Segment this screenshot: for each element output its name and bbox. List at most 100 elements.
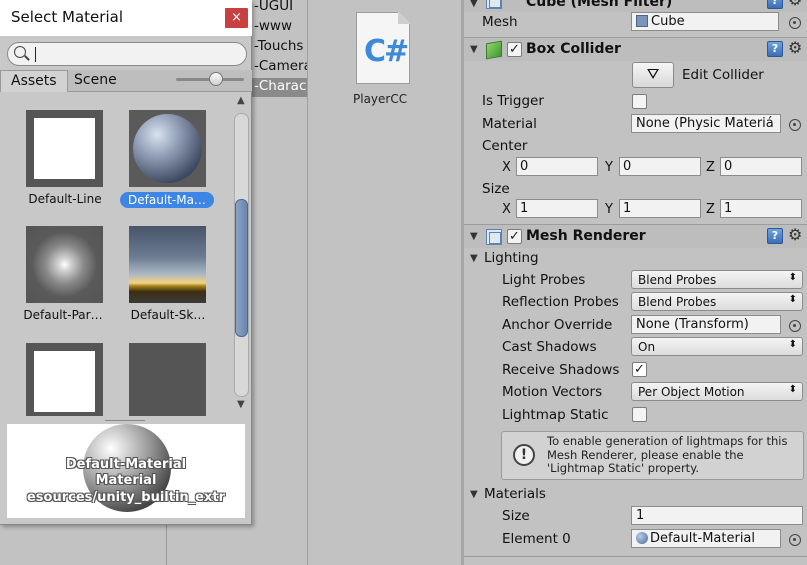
size-x-label: X xyxy=(502,202,511,217)
hierarchy-item-www[interactable]: -www xyxy=(254,18,292,34)
material-thumbnail xyxy=(26,226,103,303)
fold-triangle-icon[interactable]: ▼ xyxy=(470,0,478,9)
hierarchy-item-ugui[interactable]: -UGUI xyxy=(254,0,293,14)
tab-scene[interactable]: Scene xyxy=(64,70,127,92)
box-collider-title: Box Collider xyxy=(526,41,621,57)
grid-scrollbar[interactable]: ▲ ▼ xyxy=(232,93,251,416)
center-x-label: X xyxy=(502,160,511,175)
hierarchy-item-camera[interactable]: -Camera xyxy=(254,58,312,74)
mesh-renderer-header[interactable]: ▼ ✓ Mesh Renderer ? ⚙ xyxy=(464,224,807,248)
cast-shadows-label: Cast Shadows xyxy=(502,339,597,355)
lightmap-static-checkbox[interactable] xyxy=(632,407,647,422)
dropdown-arrow-icon: ⬍ xyxy=(788,384,797,395)
center-y-label: Y xyxy=(605,160,613,175)
mesh-label: Mesh xyxy=(482,14,518,30)
center-z-label: Z xyxy=(706,160,715,175)
anchor-override-field[interactable]: None (Transform) xyxy=(631,315,781,334)
gear-icon[interactable]: ⚙ xyxy=(788,38,802,57)
preview-name: Default-Material xyxy=(65,457,187,472)
materials-row[interactable]: ▼ Materials xyxy=(464,483,807,505)
mesh-renderer-enabled-checkbox[interactable]: ✓ xyxy=(507,229,522,244)
material-thumbnail xyxy=(129,226,206,303)
material-name: Default-Sk… xyxy=(130,308,206,322)
file-name-label[interactable]: PlayerCC xyxy=(353,92,407,106)
material-preview: Default-Material Material esources/unity… xyxy=(7,424,245,518)
mesh-filter-icon xyxy=(486,0,502,9)
element0-value: Default-Material xyxy=(650,531,756,546)
size-x-field[interactable]: 1 xyxy=(516,199,598,218)
text-caret xyxy=(35,47,36,62)
lighting-row[interactable]: ▼ Lighting xyxy=(464,247,807,269)
center-y-field[interactable]: 0 xyxy=(619,157,701,176)
object-picker-icon[interactable] xyxy=(789,534,801,546)
center-vector-row: X 0 Y 0 Z 0 xyxy=(464,156,807,178)
light-probes-value: Blend Probes xyxy=(638,273,717,287)
element0-label: Element 0 xyxy=(502,531,571,547)
dropdown-arrow-icon: ⬍ xyxy=(788,272,797,283)
hierarchy-item-touchs[interactable]: -Touchs xyxy=(254,38,303,54)
preview-path: esources/unity_builtin_extr xyxy=(26,490,226,505)
object-picker-icon[interactable] xyxy=(789,17,801,29)
motion-vectors-row: Motion Vectors Per Object Motion ⬍ xyxy=(464,381,807,403)
csharp-glyph: C# xyxy=(364,34,409,69)
motion-vectors-value: Per Object Motion xyxy=(638,385,745,399)
receive-shadows-checkbox[interactable]: ✓ xyxy=(632,362,647,377)
dropdown-arrow-icon: ⬍ xyxy=(788,339,797,350)
element0-field[interactable]: Default-Material xyxy=(631,529,781,548)
help-icon[interactable]: ? xyxy=(767,41,783,57)
dropdown-arrow-icon: ⬍ xyxy=(788,294,797,305)
csharp-script-icon[interactable]: C# xyxy=(356,11,411,84)
center-label-row: Center xyxy=(464,135,807,157)
edit-collider-label: Edit Collider xyxy=(682,67,764,83)
reflection-probes-value: Blend Probes xyxy=(638,295,717,309)
light-probes-dropdown[interactable]: Blend Probes ⬍ xyxy=(631,270,803,289)
is-trigger-checkbox[interactable] xyxy=(632,94,647,109)
fold-triangle-icon[interactable]: ▼ xyxy=(470,231,478,242)
tab-assets[interactable]: Assets xyxy=(0,70,68,92)
materials-size-field[interactable]: 1 xyxy=(631,506,803,525)
object-picker-icon[interactable] xyxy=(789,119,801,131)
mesh-field[interactable]: Cube xyxy=(631,12,779,31)
hierarchy-item-charac[interactable]: -Charac xyxy=(250,78,308,97)
fold-triangle-icon[interactable]: ▼ xyxy=(470,489,478,500)
search-input[interactable] xyxy=(7,42,247,66)
object-picker-icon[interactable] xyxy=(789,320,801,332)
lightmap-static-row: Lightmap Static xyxy=(464,404,807,426)
size-z-field[interactable]: 1 xyxy=(720,199,802,218)
is-trigger-row: Is Trigger xyxy=(464,90,807,112)
divider xyxy=(464,556,807,557)
cast-shadows-dropdown[interactable]: On ⬍ xyxy=(631,337,803,356)
gear-icon[interactable]: ⚙ xyxy=(788,225,802,244)
gear-icon[interactable]: ⚙ xyxy=(788,0,802,9)
receive-shadows-label: Receive Shadows xyxy=(502,362,620,378)
box-collider-header[interactable]: ▼ ✓ Box Collider ? ⚙ xyxy=(464,37,807,61)
scroll-down-icon[interactable]: ▼ xyxy=(237,399,245,410)
mesh-renderer-icon xyxy=(486,229,502,245)
mesh-value: Cube xyxy=(651,14,685,29)
mesh-filter-title: Cube (Mesh Filter) xyxy=(526,0,673,10)
scroll-thumb[interactable] xyxy=(235,199,248,337)
motion-vectors-dropdown[interactable]: Per Object Motion ⬍ xyxy=(631,382,803,401)
material-grid: Default-Line Default-Ma… Default-Par… De… xyxy=(0,93,232,416)
help-icon[interactable]: ? xyxy=(767,0,783,9)
center-z-field[interactable]: 0 xyxy=(720,157,802,176)
window-titlebar[interactable]: Select Material × xyxy=(0,0,252,36)
fold-triangle-icon[interactable]: ▼ xyxy=(470,253,478,264)
help-icon[interactable]: ? xyxy=(767,228,783,244)
zoom-slider-handle[interactable] xyxy=(209,72,223,86)
reflection-probes-label: Reflection Probes xyxy=(502,294,619,310)
reflection-probes-dropdown[interactable]: Blend Probes ⬍ xyxy=(631,292,803,311)
edit-collider-button[interactable]: ⛛ xyxy=(632,62,674,88)
center-x-field[interactable]: 0 xyxy=(516,157,598,176)
scroll-up-icon[interactable]: ▲ xyxy=(237,95,245,106)
size-y-field[interactable]: 1 xyxy=(619,199,701,218)
fold-triangle-icon[interactable]: ▼ xyxy=(470,44,478,55)
close-button[interactable]: × xyxy=(225,8,248,28)
box-collider-enabled-checkbox[interactable]: ✓ xyxy=(507,42,522,57)
material-thumbnail xyxy=(129,343,206,416)
tab-bar: Assets Scene xyxy=(0,70,252,92)
preview-type: Material xyxy=(95,473,157,488)
physic-material-field[interactable]: None (Physic Materiá xyxy=(631,114,781,133)
receive-shadows-row: Receive Shadows ✓ xyxy=(464,359,807,381)
lighting-label: Lighting xyxy=(484,250,539,266)
